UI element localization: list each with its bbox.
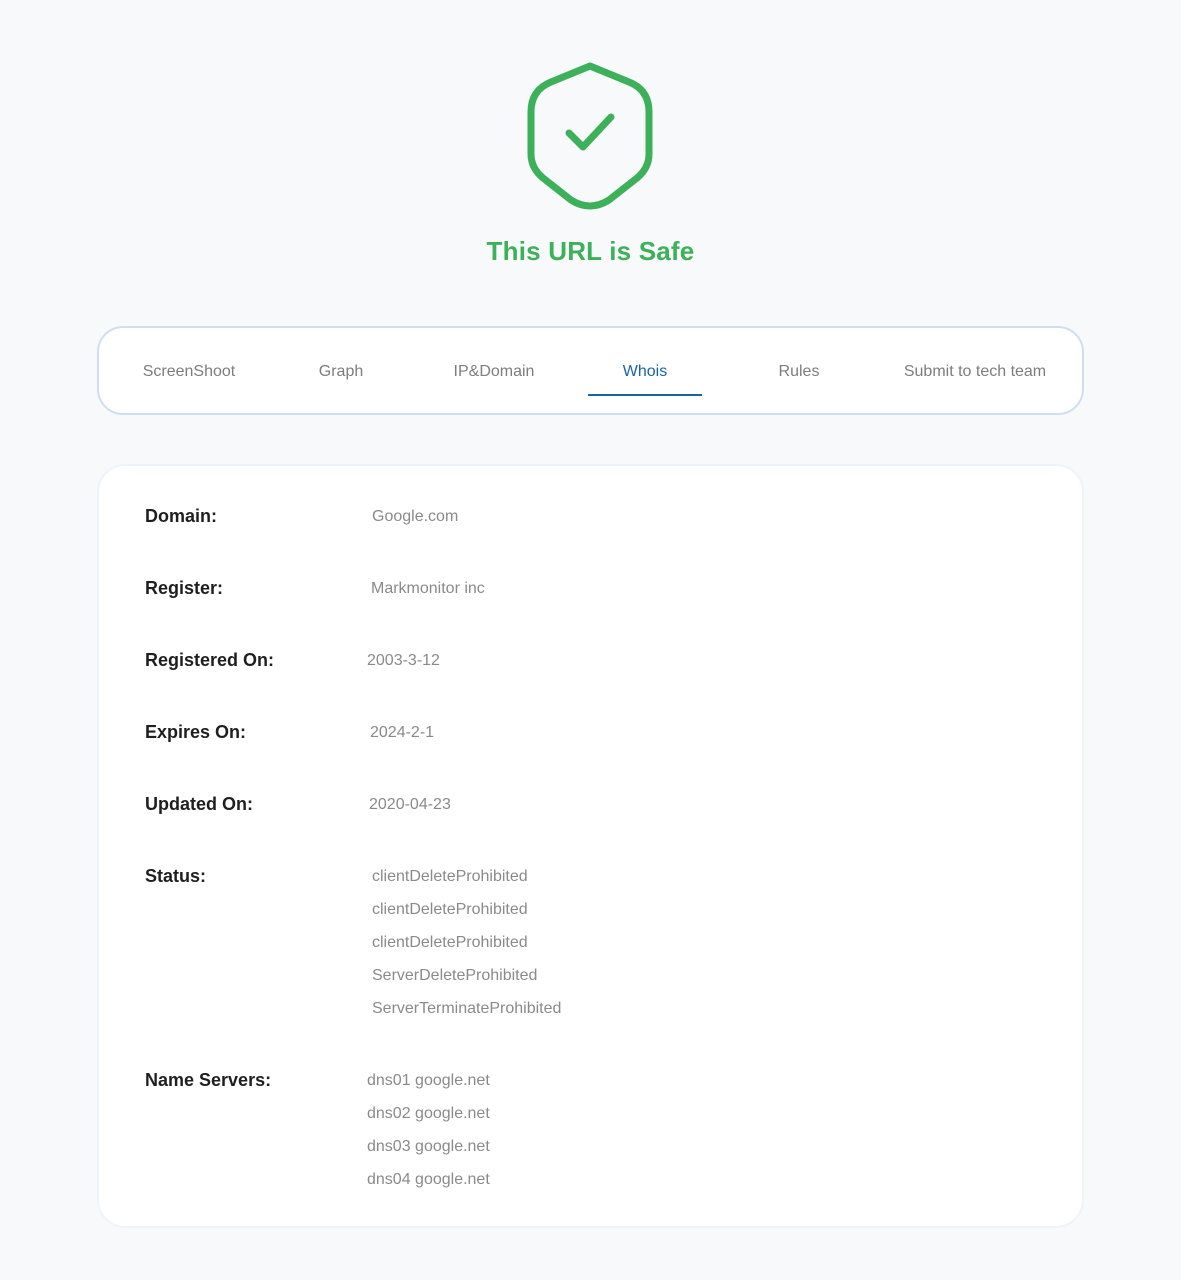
active-tab-indicator [588,394,702,396]
tab-bar: ScreenShoot Graph IP&Domain Whois Rules … [97,326,1084,415]
tab-whois[interactable]: Whois [588,328,702,413]
registered-on-value: 2003-3-12 [367,652,440,669]
whois-card: Domain: Google.com Register: Markmonitor… [97,464,1084,1228]
status-value: clientDeleteProhibited [372,901,528,918]
tab-submit-to-tech-team[interactable]: Submit to tech team [887,328,1063,413]
register-value: Markmonitor inc [371,580,485,597]
name-server-value: dns04 google.net [367,1171,490,1188]
status-value: ServerDeleteProhibited [372,967,538,984]
tab-screenshoot[interactable]: ScreenShoot [119,328,259,413]
tab-graph[interactable]: Graph [291,328,391,413]
page: This URL is Safe ScreenShoot Graph IP&Do… [0,0,1181,1280]
safe-status-title: This URL is Safe [486,236,695,266]
register-label: Register: [145,578,224,598]
expires-on-label: Expires On: [145,722,247,742]
expires-on-value: 2024-2-1 [370,724,435,741]
domain-value: Google.com [372,508,459,525]
updated-on-label: Updated On: [145,794,253,814]
tab-ip-domain[interactable]: IP&Domain [429,328,559,413]
status-value: clientDeleteProhibited [372,868,528,885]
status-value: ServerTerminateProhibited [372,1000,562,1017]
status-value: clientDeleteProhibited [372,934,528,951]
name-server-value: dns03 google.net [367,1138,490,1155]
name-server-value: dns01 google.net [367,1072,490,1089]
shield-check-icon [525,60,655,210]
tab-rules[interactable]: Rules [749,328,849,413]
updated-on-value: 2020-04-23 [369,796,451,813]
registered-on-label: Registered On: [145,650,275,670]
name-server-value: dns02 google.net [367,1105,490,1122]
name-servers-label: Name Servers: [145,1070,272,1090]
status-label: Status: [145,866,207,886]
domain-label: Domain: [145,506,217,526]
